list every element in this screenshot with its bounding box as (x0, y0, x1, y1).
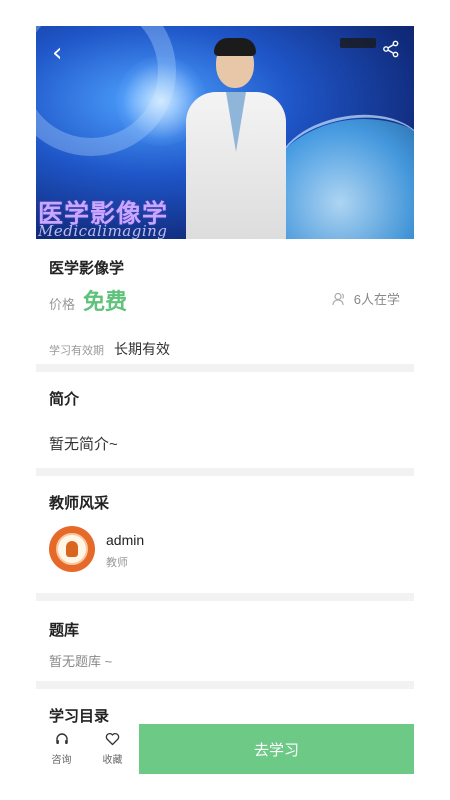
price-value: 免费 (83, 289, 128, 314)
headset-icon (55, 733, 68, 744)
validity-row: 学习有效期 长期有效 (49, 339, 170, 359)
intro-title: 简介 (49, 391, 80, 408)
teacher-name[interactable]: admin (106, 532, 144, 548)
consult-button[interactable]: 咨询 (36, 724, 87, 774)
favorite-button[interactable]: 收藏 (87, 724, 138, 774)
course-info: 医学影像学 价格 免费 6人在学 学习有效期 长期有效 (36, 239, 414, 364)
teacher-section: 教师风采 admin 教师 (36, 476, 414, 593)
cover-banner-subtitle: Medicalimaging (38, 222, 168, 239)
price-row: 价格 免费 (49, 284, 127, 316)
presenter-figure (186, 36, 286, 239)
course-detail-page: ‹ 医学影像学 Medicalimaging 医学影像学 价格 免费 6人在学 … (36, 26, 414, 800)
intro-text: 暂无简介~ (49, 436, 118, 453)
teacher-section-title: 教师风采 (49, 495, 110, 512)
question-bank-empty-text: 暂无题库 ~ (49, 654, 113, 669)
channel-logo (340, 38, 376, 48)
start-learning-button[interactable]: 去学习 (139, 724, 414, 774)
course-title: 医学影像学 (49, 260, 125, 277)
learner-count: 6人在学 (332, 289, 400, 308)
intro-section: 简介 暂无简介~ (36, 372, 414, 468)
section-divider (36, 468, 414, 476)
price-label: 价格 (49, 297, 76, 312)
learner-count-text: 6人在学 (353, 292, 400, 307)
section-divider (36, 593, 414, 601)
consult-label: 咨询 (51, 755, 72, 766)
course-cover-video[interactable]: ‹ 医学影像学 Medicalimaging (36, 26, 414, 239)
validity-value: 长期有效 (114, 341, 170, 357)
question-bank-section: 题库 暂无题库 ~ (36, 601, 414, 681)
back-icon[interactable]: ‹ (52, 40, 62, 66)
favorite-label: 收藏 (102, 755, 123, 766)
teacher-role: 教师 (106, 557, 128, 569)
share-icon[interactable] (382, 40, 400, 58)
heart-icon (105, 732, 120, 746)
bottom-action-bar: 咨询 收藏 去学习 (36, 724, 414, 774)
section-divider (36, 681, 414, 689)
person-icon (332, 292, 344, 305)
teacher-avatar[interactable] (49, 526, 95, 572)
section-divider (36, 364, 414, 372)
validity-label: 学习有效期 (49, 345, 104, 357)
question-bank-title: 题库 (49, 622, 80, 639)
catalog-title: 学习目录 (49, 708, 110, 725)
